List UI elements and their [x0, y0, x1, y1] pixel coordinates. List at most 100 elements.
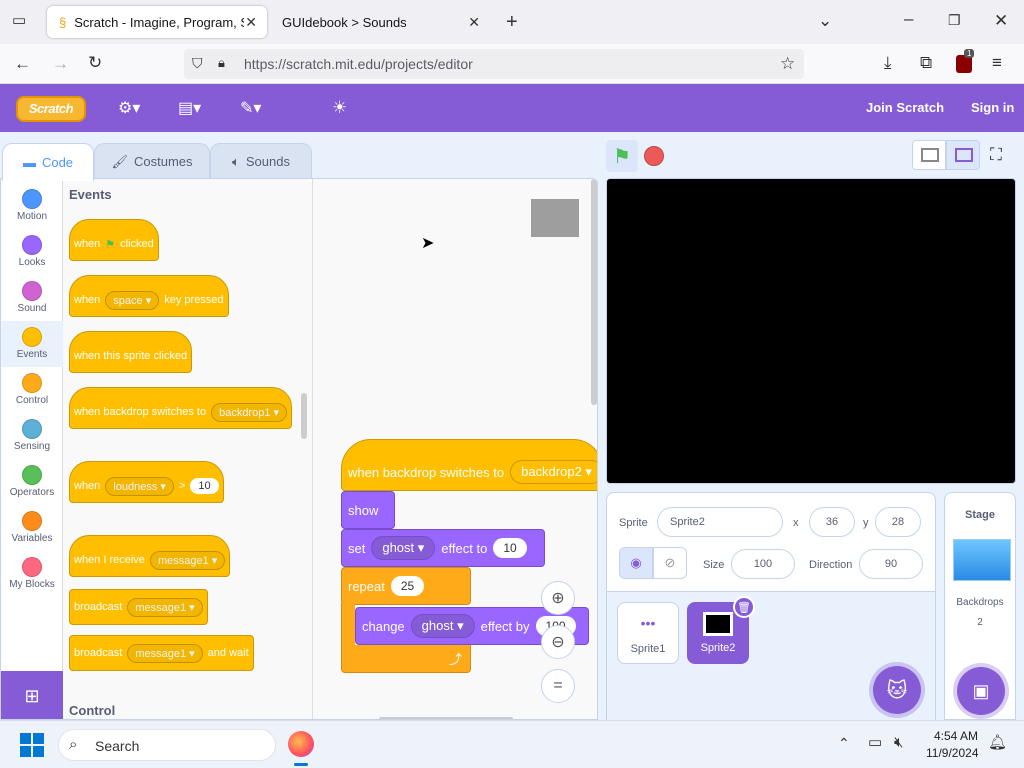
- tab-sounds[interactable]: 🔈︎ Sounds: [210, 143, 312, 179]
- backdrop-dropdown[interactable]: backdrop1 ▾: [211, 402, 288, 422]
- zoom-reset-button[interactable]: =: [541, 669, 575, 703]
- backdrop-dropdown[interactable]: backdrop2 ▾: [510, 460, 597, 484]
- category-sound[interactable]: Sound: [1, 275, 63, 321]
- message-dropdown[interactable]: message1 ▾: [127, 597, 203, 617]
- minimize-icon[interactable]: –: [904, 10, 913, 27]
- chevron-up-icon[interactable]: ⌃: [838, 736, 850, 750]
- stage-canvas[interactable]: [606, 178, 1016, 484]
- loudness-value-input[interactable]: 10: [190, 478, 219, 494]
- category-events[interactable]: Events: [1, 321, 63, 367]
- block-when-loudness[interactable]: when loudness ▾ > 10: [69, 461, 224, 503]
- palette-scrollbar[interactable]: [301, 393, 307, 439]
- repeat-count-input[interactable]: 25: [390, 576, 425, 596]
- scratch-logo[interactable]: Scratch: [16, 96, 86, 122]
- new-tab-icon[interactable]: +: [506, 12, 518, 32]
- forward-icon[interactable]: →: [52, 55, 69, 72]
- block-when-sprite-clicked[interactable]: when this sprite clicked: [69, 331, 193, 373]
- zoom-out-button[interactable]: ⊖: [541, 625, 575, 659]
- notification-bell-icon[interactable]: 🔔︎: [988, 735, 1007, 750]
- clock-time[interactable]: 4:54 AM: [934, 729, 978, 743]
- sprite-thumb-sprite2[interactable]: Sprite2 🗑︎: [687, 596, 755, 664]
- block-when-flag-clicked[interactable]: when ⚑ clicked: [69, 219, 159, 261]
- stage-selector-panel[interactable]: Stage Backdrops 2 ▣: [944, 492, 1016, 720]
- extensions-icon[interactable]: ⧉: [920, 54, 932, 71]
- join-scratch-link[interactable]: Join Scratch: [866, 100, 944, 115]
- file-menu-icon[interactable]: ▤▾: [178, 98, 201, 118]
- effect-dropdown[interactable]: ghost ▾: [371, 536, 436, 560]
- close-tab-icon[interactable]: ✕: [468, 14, 480, 31]
- category-looks[interactable]: Looks: [1, 229, 63, 275]
- tab-code[interactable]: ▬ Code: [2, 143, 94, 181]
- close-window-icon[interactable]: ✕: [994, 12, 1008, 29]
- block-broadcast-and-wait[interactable]: broadcast message1 ▾ and wait: [69, 635, 254, 671]
- category-operators[interactable]: Operators: [1, 459, 63, 505]
- delete-sprite-button[interactable]: 🗑︎: [733, 596, 755, 618]
- sign-in-link[interactable]: Sign in: [971, 100, 1014, 115]
- menu-icon[interactable]: ≡: [992, 54, 1002, 71]
- category-my-blocks[interactable]: My Blocks: [1, 551, 63, 597]
- block-broadcast[interactable]: broadcast message1 ▾: [69, 589, 208, 625]
- message-dropdown[interactable]: message1 ▾: [127, 643, 203, 663]
- sensor-dropdown[interactable]: loudness ▾: [105, 476, 174, 496]
- green-flag-button[interactable]: ⚑: [606, 140, 638, 172]
- tab-scratch[interactable]: § Scratch - Imagine, Program, Sh ✕: [47, 6, 267, 38]
- firefox-taskbar-icon[interactable]: [288, 731, 314, 766]
- sprite-thumb-sprite1[interactable]: ••• Sprite1: [617, 602, 679, 664]
- url-bar[interactable]: ⛉ 🔒︎ https://scratch.mit.edu/projects/ed…: [184, 49, 804, 79]
- category-control[interactable]: Control: [1, 367, 63, 413]
- small-stage-button[interactable]: [912, 140, 946, 170]
- settings-gear-icon[interactable]: ⚙▾: [118, 98, 140, 118]
- chevron-down-icon[interactable]: ⌄: [818, 12, 832, 29]
- script-area[interactable]: ➤ when backdrop switches to backdrop2 ▾ …: [313, 179, 597, 719]
- shield-icon[interactable]: ⛉: [192, 56, 203, 70]
- size-input[interactable]: 100: [731, 549, 795, 579]
- message-dropdown[interactable]: message1 ▾: [149, 550, 226, 570]
- maximize-icon[interactable]: ❐: [948, 13, 961, 27]
- script-block-show[interactable]: show: [341, 491, 395, 529]
- volume-muted-icon[interactable]: 🔇︎: [894, 735, 903, 750]
- choose-backdrop-button[interactable]: ▣: [957, 667, 1005, 715]
- stop-button[interactable]: [644, 146, 664, 166]
- lock-icon[interactable]: 🔒︎: [218, 56, 225, 69]
- choose-sprite-button[interactable]: 🐱︎: [873, 666, 921, 714]
- category-sensing[interactable]: Sensing: [1, 413, 63, 459]
- download-icon[interactable]: ⤓: [884, 54, 892, 71]
- tutorials-lightbulb-icon[interactable]: ☀: [332, 98, 347, 118]
- block-when-i-receive[interactable]: when I receive message1 ▾: [69, 535, 231, 577]
- reload-icon[interactable]: ↻: [88, 54, 102, 71]
- show-hidden-button[interactable]: ⊘: [653, 547, 687, 579]
- category-variables[interactable]: Variables: [1, 505, 63, 551]
- close-tab-icon[interactable]: ✕: [245, 14, 257, 31]
- edit-menu-icon[interactable]: ✎▾: [240, 98, 261, 118]
- normal-stage-button[interactable]: [946, 140, 980, 170]
- clock-date[interactable]: 11/9/2024: [926, 746, 979, 760]
- zoom-in-button[interactable]: ⊕: [541, 581, 575, 615]
- network-icon[interactable]: ▭: [868, 735, 882, 750]
- block-when-key-pressed[interactable]: when space ▾ key pressed: [69, 275, 229, 317]
- direction-input[interactable]: 90: [859, 549, 923, 579]
- script-block-set-effect[interactable]: set ghost ▾ effect to 10: [341, 529, 545, 567]
- tab-guidebook[interactable]: GUIdebook > Sounds ✕: [270, 6, 490, 38]
- tab-costumes[interactable]: 🖌︎ Costumes: [94, 143, 210, 179]
- sprite-name-input[interactable]: Sprite2: [657, 507, 783, 537]
- back-icon[interactable]: ←: [14, 55, 31, 72]
- script-vertical-scrollbar[interactable]: [591, 179, 597, 405]
- taskbar-search[interactable]: ⌕ Search: [58, 729, 276, 761]
- y-input[interactable]: 28: [875, 507, 921, 537]
- effect-dropdown[interactable]: ghost ▾: [410, 614, 475, 638]
- key-dropdown[interactable]: space ▾: [105, 290, 160, 310]
- effect-value-input[interactable]: 10: [493, 538, 527, 558]
- start-button[interactable]: [20, 733, 44, 757]
- script-block-repeat[interactable]: repeat 25: [341, 567, 471, 605]
- bookmark-star-icon[interactable]: ☆: [780, 55, 795, 72]
- tab-list-icon[interactable]: ▭: [12, 13, 26, 28]
- fullscreen-icon[interactable]: ⛶: [990, 146, 1002, 163]
- block-when-backdrop-switches[interactable]: when backdrop switches to backdrop1 ▾: [69, 387, 293, 429]
- category-motion[interactable]: Motion: [1, 183, 63, 229]
- add-extension-button[interactable]: ⊞: [1, 671, 63, 719]
- show-visible-button[interactable]: ◉: [619, 547, 653, 579]
- x-input[interactable]: 36: [809, 507, 855, 537]
- script-hat-backdrop-switches[interactable]: when backdrop switches to backdrop2 ▾: [341, 439, 597, 491]
- url-text[interactable]: https://scratch.mit.edu/projects/editor: [244, 56, 473, 72]
- ublock-extension-icon[interactable]: 1: [956, 49, 975, 73]
